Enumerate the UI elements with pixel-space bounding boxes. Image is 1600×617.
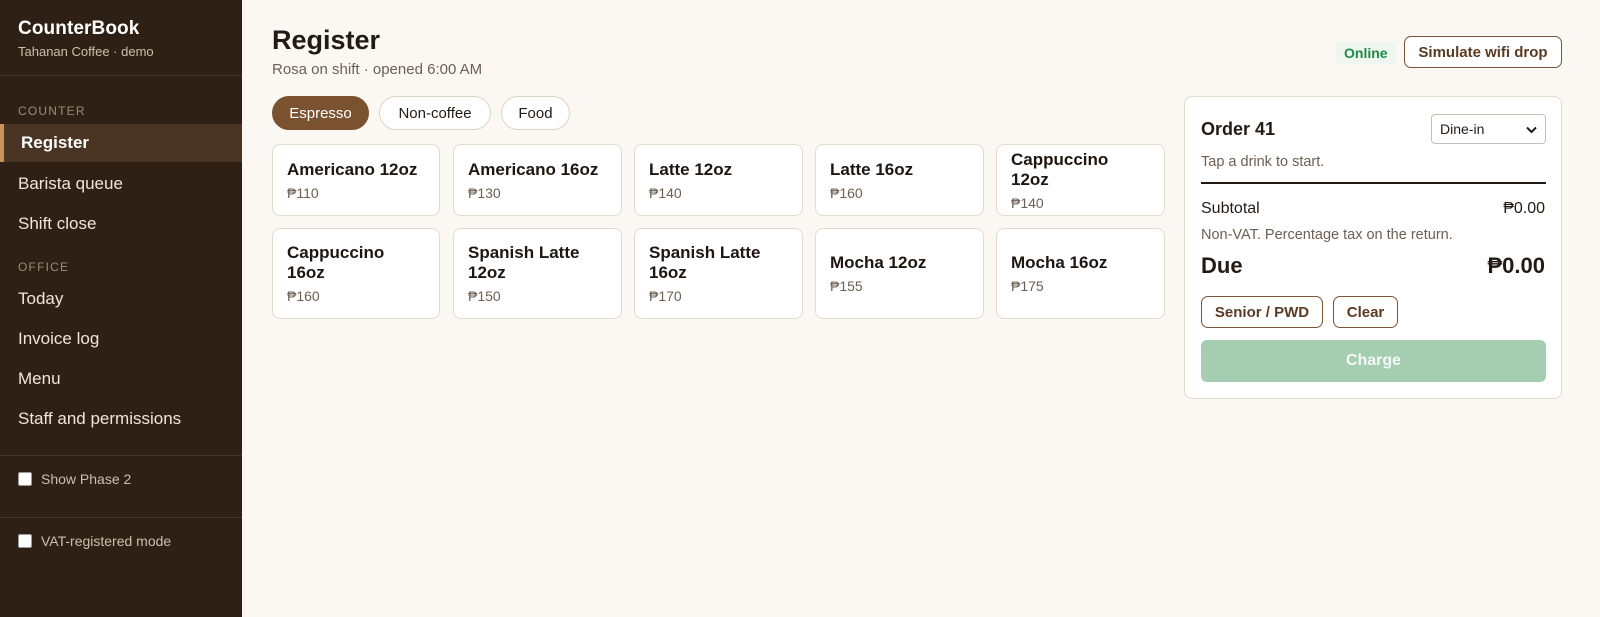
sidebar-item-shift-close[interactable]: Shift close xyxy=(0,205,242,243)
order-title: Order 41 xyxy=(1201,119,1276,139)
sidebar-divider xyxy=(0,455,242,456)
sidebar-item-barista-queue[interactable]: Barista queue xyxy=(0,165,242,203)
tax-note: Non-VAT. Percentage tax on the return. xyxy=(1201,227,1453,243)
product-card[interactable]: Spanish Latte 16oz ₱170 xyxy=(634,228,803,319)
brand-name: CounterBook xyxy=(18,18,140,39)
product-price: ₱150 xyxy=(468,288,501,304)
service-type-select[interactable]: Dine-in xyxy=(1431,114,1546,144)
product-price: ₱110 xyxy=(287,184,319,201)
product-price: ₱140 xyxy=(649,184,682,201)
subtotal-label: Subtotal xyxy=(1201,200,1260,217)
product-card[interactable]: Spanish Latte 12oz ₱150 xyxy=(453,228,622,319)
show-phase-2-checkbox[interactable] xyxy=(18,472,32,486)
simulate-wifi-drop-button[interactable]: Simulate wifi drop xyxy=(1404,36,1562,68)
product-price: ₱160 xyxy=(287,288,320,304)
vat-mode-label: VAT-registered mode xyxy=(41,533,172,549)
product-card[interactable]: Latte 16oz ₱160 xyxy=(815,144,984,216)
product-card[interactable]: Americano 16oz ₱130 xyxy=(453,144,622,216)
section-label-office: OFFICE xyxy=(18,260,70,274)
page-subtitle: Rosa on shift · opened 6:00 AM xyxy=(272,61,483,78)
sidebar-item-staff-permissions[interactable]: Staff and permissions xyxy=(0,400,242,438)
sidebar-item-invoice-log[interactable]: Invoice log xyxy=(0,320,242,358)
section-label-counter: COUNTER xyxy=(18,104,86,118)
vat-mode-checkbox[interactable] xyxy=(18,534,32,548)
product-card[interactable]: Americano 12oz ₱110 xyxy=(272,144,440,216)
sidebar-item-today[interactable]: Today xyxy=(0,280,242,318)
order-hint: Tap a drink to start. xyxy=(1201,154,1325,170)
sidebar-item-menu[interactable]: Menu xyxy=(0,360,242,398)
product-name: Latte 12oz xyxy=(649,159,733,179)
tab-food[interactable]: Food xyxy=(501,96,570,130)
product-name: Cappuccino 12oz xyxy=(1011,149,1109,189)
show-phase-2-toggle[interactable]: Show Phase 2 xyxy=(18,471,131,487)
subtotal-value: ₱0.00 xyxy=(1503,200,1545,217)
order-panel: Order 41 Dine-in Tap a drink to start. S… xyxy=(1184,96,1562,399)
tab-espresso[interactable]: Espresso xyxy=(272,96,369,130)
due-value: ₱0.00 xyxy=(1487,253,1546,278)
vat-mode-toggle[interactable]: VAT-registered mode xyxy=(18,533,171,549)
product-price: ₱175 xyxy=(1011,278,1044,294)
status-badge: Online xyxy=(1336,42,1396,64)
page-title: Register xyxy=(272,25,381,55)
sidebar-divider xyxy=(0,517,242,518)
show-phase-2-label: Show Phase 2 xyxy=(41,471,132,487)
product-card[interactable]: Mocha 16oz ₱175 xyxy=(996,228,1165,319)
product-price: ₱155 xyxy=(830,278,863,294)
brand: CounterBook Tahanan Coffee · demo xyxy=(0,0,242,76)
product-price: ₱130 xyxy=(468,184,501,201)
clear-button[interactable]: Clear xyxy=(1333,296,1398,328)
product-name: Latte 16oz xyxy=(830,159,914,179)
product-name: Americano 12oz xyxy=(287,159,418,179)
product-price: ₱160 xyxy=(830,184,863,201)
senior-pwd-button[interactable]: Senior / PWD xyxy=(1201,296,1323,328)
product-name: Mocha 12oz xyxy=(830,253,927,272)
product-name: Spanish Latte 16oz xyxy=(649,243,761,282)
product-name: Mocha 16oz xyxy=(1011,253,1108,272)
product-card[interactable]: Cappuccino 16oz ₱160 xyxy=(272,228,440,319)
sidebar-item-register[interactable]: Register xyxy=(0,124,242,162)
brand-subtitle: Tahanan Coffee · demo xyxy=(18,44,154,59)
product-name: Americano 16oz xyxy=(468,159,599,179)
product-card[interactable]: Mocha 12oz ₱155 xyxy=(815,228,984,319)
product-name: Cappuccino 16oz xyxy=(287,243,385,282)
tab-non-coffee[interactable]: Non-coffee xyxy=(379,96,491,130)
due-label: Due xyxy=(1201,253,1243,278)
product-card[interactable]: Cappuccino 12oz ₱140 xyxy=(996,144,1165,216)
order-divider xyxy=(1201,182,1546,184)
product-price: ₱140 xyxy=(1011,194,1044,211)
product-price: ₱170 xyxy=(649,288,682,304)
charge-button[interactable]: Charge xyxy=(1201,340,1546,382)
service-type-value: Dine-in xyxy=(1440,121,1485,137)
chevron-down-icon xyxy=(1526,121,1537,137)
sidebar: CounterBook Tahanan Coffee · demo COUNTE… xyxy=(0,0,242,617)
product-card[interactable]: Latte 12oz ₱140 xyxy=(634,144,803,216)
product-name: Spanish Latte 12oz xyxy=(468,243,580,282)
